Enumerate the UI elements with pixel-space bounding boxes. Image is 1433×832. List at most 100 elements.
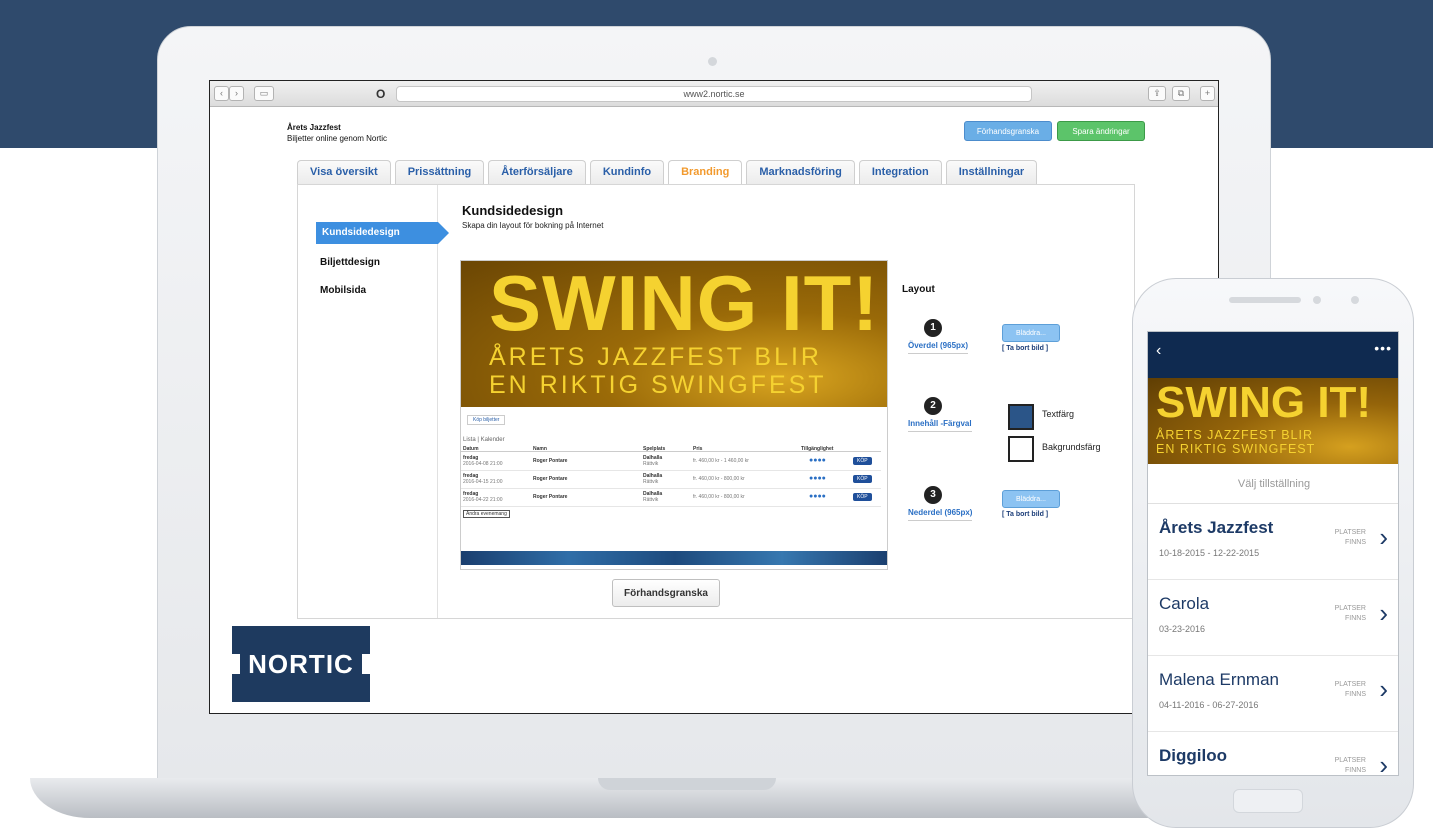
event-date: 04-11-2016 - 06-27-2016 <box>1159 700 1259 710</box>
row-price: fr. 460,00 kr - 800,00 kr <box>693 494 745 500</box>
remove-image-top-link[interactable]: [ Ta bort bild ] <box>1002 345 1048 352</box>
sidebar-item-biljettdesign[interactable]: Biljettdesign <box>320 257 380 268</box>
row-price: fr. 460,00 kr - 1 460,00 kr <box>693 458 749 464</box>
tab-prissattning[interactable]: Prissättning <box>394 160 485 184</box>
table-row: fredag 2016-04-08 21:00 Roger Pontare Da… <box>461 454 881 471</box>
laptop-camera <box>708 57 717 66</box>
sidebar-item-mobilsida[interactable]: Mobilsida <box>320 285 366 296</box>
opera-icon[interactable]: O <box>376 87 385 101</box>
background-color-swatch[interactable] <box>1008 436 1034 462</box>
save-changes-button[interactable]: Spara ändringar <box>1057 121 1145 141</box>
banner-image: SWING IT! ÅRETS JAZZFEST BLIR EN RIKTIG … <box>461 260 887 407</box>
event-name: Malena Ernman <box>1159 670 1280 689</box>
select-event-label: Välj tillställning <box>1148 464 1398 504</box>
url-bar[interactable]: www2.nortic.se <box>396 86 1032 102</box>
event-title: Årets Jazzfest <box>287 123 341 132</box>
nortic-logo: NORTIC <box>232 626 370 702</box>
forward-icon[interactable]: › <box>229 86 244 101</box>
phone-app-bar: ‹ ••• <box>1148 332 1398 378</box>
phone-speaker <box>1229 297 1301 303</box>
event-date: 03-23-2016 <box>1159 624 1206 634</box>
branding-panel: Kundsidedesign Biljettdesign Mobilsida K… <box>297 184 1135 619</box>
tab-integration[interactable]: Integration <box>858 160 942 184</box>
remove-image-bottom-link[interactable]: [ Ta bort bild ] <box>1002 511 1048 518</box>
event-name: Diggiloo <box>1159 746 1227 765</box>
availability-status: PLATSER FINNS <box>1334 757 1366 774</box>
event-name: Carola <box>1159 594 1210 613</box>
event-date: 10-18-2015 - 12-22-2015 <box>1159 548 1260 558</box>
banner-headline: SWING IT! <box>489 260 880 347</box>
row-availability: ●●●● <box>809 493 826 500</box>
background-color-label: Bakgrundsfärg <box>1042 442 1101 452</box>
tab-installningar[interactable]: Inställningar <box>945 160 1038 184</box>
tabs-icon[interactable]: ⧉ <box>1172 86 1190 101</box>
mini-col-name: Namn <box>533 446 547 452</box>
phone-camera <box>1351 296 1359 304</box>
footer-image-strip <box>461 551 887 565</box>
mini-col-venue: Spelplats <box>643 446 666 452</box>
laptop-screen: ‹ › ▭ O www2.nortic.se ⇪ ⧉ + Årets Jazzf… <box>209 80 1219 714</box>
row-venue-sub: Rättvik <box>643 497 659 503</box>
availability-status: PLATSER FINNS <box>1334 605 1366 622</box>
buy-button[interactable]: KÖP <box>853 457 872 465</box>
step-2-badge: 2 <box>924 397 942 415</box>
smartphone-frame: ‹ ••• SWING IT! ÅRETS JAZZFEST BLIR EN R… <box>1132 278 1414 828</box>
phone-sensor <box>1313 296 1321 304</box>
sidebar-toggle-icon[interactable]: ▭ <box>254 86 274 101</box>
browser-toolbar: ‹ › ▭ O www2.nortic.se ⇪ ⧉ + <box>210 81 1218 107</box>
mini-list-label: Lista | Kalender <box>463 437 505 443</box>
preview-button-top[interactable]: Förhandsgranska <box>964 121 1052 141</box>
banner-line-1: ÅRETS JAZZFEST BLIR <box>489 343 822 371</box>
text-color-label: Textfärg <box>1042 409 1075 419</box>
bottom-section-label: Nederdel (965px) <box>908 508 973 521</box>
page-subtitle: Skapa din layout för bokning på Internet <box>462 221 604 230</box>
new-tab-icon[interactable]: + <box>1200 86 1215 101</box>
list-item[interactable]: Malena Ernman 04-11-2016 - 06-27-2016 PL… <box>1148 656 1398 732</box>
step-1-badge: 1 <box>924 319 942 337</box>
row-date: 2016-04-08 21:00 <box>463 461 503 467</box>
chevron-right-icon[interactable]: › <box>1379 752 1388 775</box>
list-item[interactable]: Carola 03-23-2016 PLATSER FINNS › <box>1148 580 1398 656</box>
phone-banner: SWING IT! ÅRETS JAZZFEST BLIR EN RIKTIG … <box>1148 378 1398 464</box>
buy-button[interactable]: KÖP <box>853 475 872 483</box>
back-icon[interactable]: ‹ <box>214 86 229 101</box>
row-availability: ●●●● <box>809 457 826 464</box>
mini-ticket-table: Köp biljetter Lista | Kalender Datum Nam… <box>461 411 887 529</box>
share-icon[interactable]: ⇪ <box>1148 86 1166 101</box>
chevron-right-icon[interactable]: › <box>1379 676 1388 702</box>
tab-visa-oversikt[interactable]: Visa översikt <box>297 160 391 184</box>
table-row: fredag 2016-04-15 21:00 Roger Pontare Da… <box>461 472 881 489</box>
chevron-right-icon[interactable]: › <box>1379 524 1388 550</box>
row-name: Roger Pontare <box>533 494 568 500</box>
mini-table-header: Datum Namn Spelplats Pris Tillgänglighet <box>461 445 881 452</box>
list-item[interactable]: Diggiloo PLATSER FINNS › <box>1148 732 1398 775</box>
browse-button-top[interactable]: Bläddra... <box>1002 324 1060 342</box>
tab-marknadsforing[interactable]: Marknadsföring <box>746 160 855 184</box>
mini-col-avail: Tillgänglighet <box>801 446 834 452</box>
chevron-right-icon[interactable]: › <box>1379 600 1388 626</box>
tab-kundinfo[interactable]: Kundinfo <box>589 160 665 184</box>
text-color-swatch[interactable] <box>1008 404 1034 430</box>
home-button[interactable] <box>1233 789 1303 813</box>
preview-button[interactable]: Förhandsgranska <box>612 579 720 607</box>
laptop-notch <box>598 778 776 790</box>
buy-button[interactable]: KÖP <box>853 493 872 501</box>
row-availability: ●●●● <box>809 475 826 482</box>
mini-col-date: Datum <box>463 446 479 452</box>
sidebar-item-kundsidedesign[interactable]: Kundsidedesign <box>316 222 449 244</box>
more-icon[interactable]: ••• <box>1374 340 1392 356</box>
back-icon[interactable]: ‹ <box>1156 342 1161 360</box>
change-event-link[interactable]: Ändra evenemang <box>463 510 510 518</box>
step-3-badge: 3 <box>924 486 942 504</box>
table-row: fredag 2016-04-22 21:00 Roger Pontare Da… <box>461 490 881 507</box>
row-price: fr. 460,00 kr - 800,00 kr <box>693 476 745 482</box>
row-name: Roger Pontare <box>533 458 568 464</box>
browse-button-bottom[interactable]: Bläddra... <box>1002 490 1060 508</box>
top-section-label: Överdel (965px) <box>908 341 969 354</box>
phone-banner-line-1: ÅRETS JAZZFEST BLIR <box>1156 428 1313 442</box>
row-date: 2016-04-15 21:00 <box>463 479 503 485</box>
list-item[interactable]: Årets Jazzfest 10-18-2015 - 12-22-2015 P… <box>1148 504 1398 580</box>
tab-branding[interactable]: Branding <box>668 160 743 184</box>
tab-aterforsaljare[interactable]: Återförsäljare <box>488 160 586 184</box>
availability-status: PLATSER FINNS <box>1334 529 1366 546</box>
